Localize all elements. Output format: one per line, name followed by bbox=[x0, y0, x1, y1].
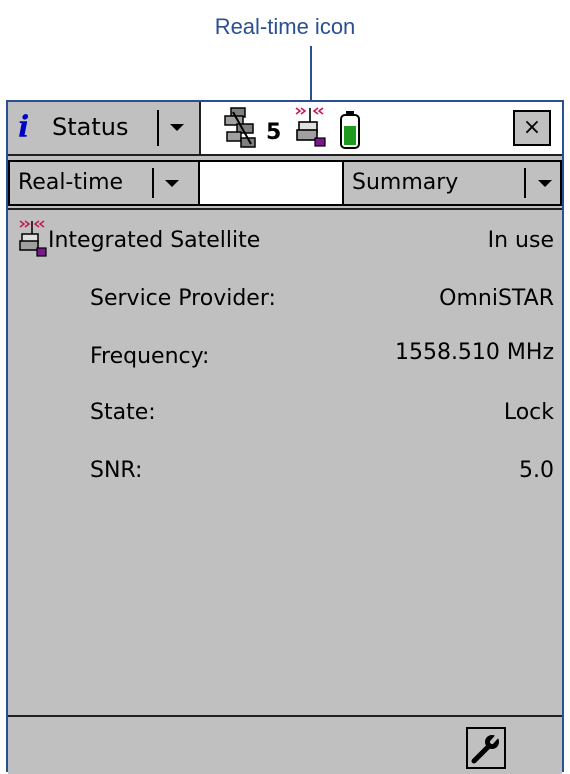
satellite-count: 5 bbox=[266, 120, 282, 145]
row-label: State: bbox=[90, 400, 156, 425]
row-label: Frequency: bbox=[90, 344, 210, 369]
row-label: Service Provider: bbox=[90, 286, 276, 311]
device-screen: i Status 5 × Real-time Summary Integrate… bbox=[6, 100, 564, 774]
chevron-down-icon[interactable] bbox=[165, 180, 179, 187]
summary-select[interactable]: Summary bbox=[342, 160, 562, 206]
row-value: Lock bbox=[503, 400, 554, 425]
row-value: 5.0 bbox=[519, 458, 554, 483]
close-button[interactable]: × bbox=[513, 110, 551, 146]
bottom-bar bbox=[8, 715, 562, 774]
satellite-icon[interactable] bbox=[221, 104, 265, 150]
toolbar: Real-time Summary bbox=[8, 156, 562, 210]
status-content: Integrated Satellite In use Service Prov… bbox=[8, 210, 562, 715]
real-time-icon[interactable] bbox=[293, 104, 327, 150]
header-value: In use bbox=[487, 228, 554, 253]
callout-line bbox=[310, 46, 312, 100]
summary-select-separator bbox=[524, 168, 526, 198]
battery-icon bbox=[340, 111, 360, 149]
chevron-down-icon[interactable] bbox=[538, 180, 552, 187]
status-separator bbox=[157, 110, 159, 146]
settings-button[interactable] bbox=[466, 727, 506, 769]
realtime-select[interactable]: Real-time bbox=[8, 160, 200, 206]
chevron-down-icon[interactable] bbox=[170, 124, 184, 131]
callout-label: Real-time icon bbox=[214, 14, 356, 39]
status-menu-button[interactable]: i Status bbox=[8, 102, 201, 154]
summary-select-label: Summary bbox=[352, 170, 459, 195]
real-time-icon bbox=[19, 220, 47, 257]
row-value: OmniSTAR bbox=[439, 286, 554, 311]
help-icon[interactable]: i bbox=[18, 110, 29, 145]
row-value: 1558.510 MHz bbox=[394, 340, 554, 365]
title-bar: i Status 5 × bbox=[8, 102, 562, 156]
wrench-icon bbox=[471, 732, 501, 764]
row-label: SNR: bbox=[90, 458, 143, 483]
header-label: Integrated Satellite bbox=[48, 228, 261, 253]
realtime-select-label: Real-time bbox=[18, 170, 124, 195]
realtime-select-separator bbox=[152, 168, 154, 198]
status-label: Status bbox=[52, 113, 129, 141]
blank-field bbox=[200, 160, 342, 206]
